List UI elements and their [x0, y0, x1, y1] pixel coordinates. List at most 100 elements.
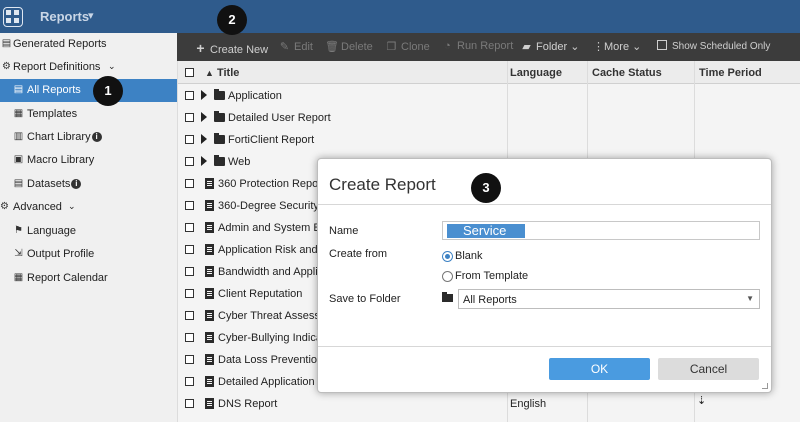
row-checkbox[interactable]	[185, 201, 194, 210]
delete-button[interactable]: 🗑 Delete	[325, 40, 373, 53]
edit-button[interactable]: ✎ Edit	[278, 40, 313, 53]
chevron-down-icon[interactable]: ▾	[88, 9, 94, 22]
report-icon	[205, 200, 214, 211]
row-checkbox[interactable]	[185, 311, 194, 320]
info-icon[interactable]: i	[71, 179, 82, 189]
sidebar-item-language[interactable]: ⚑ Language	[0, 220, 177, 243]
grid-icon[interactable]	[3, 7, 23, 27]
info-icon[interactable]: i	[91, 132, 102, 142]
row-checkbox[interactable]	[185, 91, 194, 100]
sidebar-item-all-reports[interactable]: ▤ All Reports	[0, 79, 177, 102]
select-all-checkbox[interactable]	[185, 68, 194, 77]
ok-button[interactable]: OK	[549, 358, 650, 380]
toolbar: + Create New ✎ Edit 🗑 Delete ❐ Clone ◔ Run Re…	[177, 33, 800, 61]
row-checkbox[interactable]	[185, 399, 194, 408]
row-checkbox[interactable]	[185, 135, 194, 144]
expand-icon[interactable]	[201, 90, 207, 100]
gear-icon: ⚙	[2, 61, 11, 72]
report-icon	[205, 266, 214, 277]
dialog-title: Create Report	[329, 175, 436, 194]
from-template-radio[interactable]	[442, 271, 453, 282]
table-row[interactable]: FortiClient Report	[177, 129, 800, 151]
chevron-down-icon: ⌄	[632, 41, 642, 53]
show-scheduled-toggle[interactable]: Show Scheduled Only	[657, 40, 770, 52]
row-checkbox[interactable]	[185, 157, 194, 166]
trash-icon: 🗑	[325, 41, 339, 53]
step-badge-2: 2	[217, 5, 247, 35]
report-icon	[205, 310, 214, 321]
row-checkbox[interactable]	[185, 245, 194, 254]
sidebar-item-templates[interactable]: ▦ Templates	[0, 103, 177, 126]
from-template-radio-label[interactable]: From Template	[455, 270, 528, 282]
row-checkbox[interactable]	[185, 223, 194, 232]
column-cache-status[interactable]: Cache Status	[592, 67, 662, 79]
name-input-value: Service	[447, 224, 525, 238]
gear-icon: ⚙	[0, 201, 9, 212]
clone-icon: ❐	[386, 41, 397, 53]
chart-icon: ▥	[13, 131, 24, 142]
expand-icon[interactable]	[201, 112, 207, 122]
dataset-icon: ▤	[13, 178, 24, 189]
sidebar-item-datasets[interactable]: ▤ Datasets i	[0, 173, 177, 196]
row-checkbox[interactable]	[185, 377, 194, 386]
table-row[interactable]: DNS Report English	[177, 393, 800, 415]
report-icon	[205, 222, 214, 233]
folder-icon	[214, 89, 225, 100]
dialog-footer-divider	[318, 346, 771, 347]
cancel-button[interactable]: Cancel	[658, 358, 759, 380]
expand-icon[interactable]	[201, 156, 207, 166]
report-icon	[205, 398, 214, 409]
expand-icon[interactable]	[201, 134, 207, 144]
output-icon: ⇲	[14, 248, 23, 259]
sidebar-item-report-definitions[interactable]: ⚙ Report Definitions ⌄	[0, 56, 177, 79]
calendar-icon: ▦	[13, 272, 24, 283]
folder-icon: ▰	[522, 41, 531, 53]
row-checkbox[interactable]	[185, 267, 194, 276]
column-time-period[interactable]: Time Period	[699, 67, 762, 79]
edit-icon: ✎	[279, 41, 290, 53]
row-checkbox[interactable]	[185, 333, 194, 342]
create-report-dialog: Create Report Name Service Create from B…	[317, 158, 772, 393]
file-icon: ▤	[13, 84, 24, 95]
table-row[interactable]: Detailed User Report	[177, 107, 800, 129]
sidebar-item-generated-reports[interactable]: ▤ Generated Reports	[0, 33, 177, 56]
resize-handle[interactable]	[762, 383, 768, 389]
row-checkbox[interactable]	[185, 355, 194, 364]
sidebar-item-macro-library[interactable]: ▣ Macro Library	[0, 149, 177, 172]
report-icon	[205, 376, 214, 387]
blank-radio[interactable]	[442, 251, 453, 262]
folder-button[interactable]: ▰ Folder ⌄	[520, 40, 579, 53]
column-title[interactable]: ▲ Title	[205, 67, 239, 79]
report-icon	[205, 332, 214, 343]
create-new-button[interactable]: + Create New	[194, 40, 268, 56]
row-checkbox[interactable]	[185, 289, 194, 298]
blank-radio-label[interactable]: Blank	[455, 250, 483, 262]
step-badge-1: 1	[93, 76, 123, 106]
more-button[interactable]: ⋮More ⌄	[593, 40, 641, 53]
step-badge-3: 3	[471, 173, 501, 203]
save-folder-label: Save to Folder	[329, 293, 401, 305]
sort-up-icon: ▲	[205, 68, 214, 78]
sidebar-item-chart-library[interactable]: ▥ Chart Library i	[0, 126, 177, 149]
name-input[interactable]: Service	[442, 221, 760, 240]
folder-icon	[214, 111, 225, 122]
checkbox[interactable]	[657, 40, 667, 50]
chevron-down-icon: ▼	[746, 294, 754, 303]
macro-icon: ▣	[13, 154, 24, 165]
column-language[interactable]: Language	[510, 67, 562, 79]
sidebar-item-advanced[interactable]: ⚙ Advanced ⌄	[0, 196, 177, 219]
cursor-icon: ⇣	[697, 395, 707, 407]
sidebar-item-report-calendar[interactable]: ▦ Report Calendar	[0, 267, 177, 290]
sidebar-item-output-profile[interactable]: ⇲ Output Profile	[0, 243, 177, 266]
folder-select[interactable]: All Reports ▼	[458, 289, 760, 309]
run-report-button[interactable]: ◔ Run Report	[441, 40, 513, 52]
table-row[interactable]: Application	[177, 85, 800, 107]
clone-button[interactable]: ❐ Clone	[385, 40, 430, 53]
report-icon	[205, 244, 214, 255]
report-icon	[205, 288, 214, 299]
app-title[interactable]: Reports	[40, 9, 89, 24]
report-icon	[205, 354, 214, 365]
row-checkbox[interactable]	[185, 113, 194, 122]
row-checkbox[interactable]	[185, 179, 194, 188]
template-icon: ▦	[13, 108, 24, 119]
